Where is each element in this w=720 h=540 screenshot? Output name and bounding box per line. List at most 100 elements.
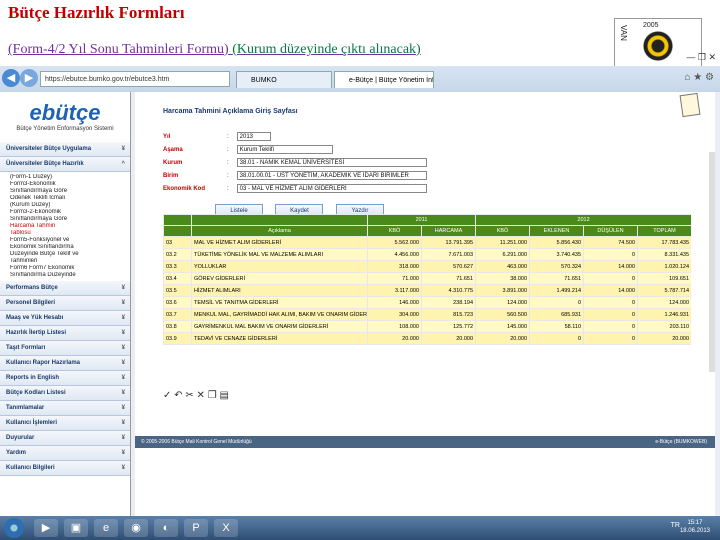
sidebar-item-tasit[interactable]: Taşıt Formları ¥ <box>0 341 130 356</box>
chevron-down-icon: ¥ <box>121 420 125 426</box>
chevron-down-icon: ¥ <box>121 146 125 152</box>
address-bar[interactable]: https://ebutce.bumko.gov.tr/ebutce3.htm <box>40 71 230 87</box>
chrome-icon[interactable]: ◉ <box>124 519 148 537</box>
table-row[interactable]: 03.6 TEMSİL VE TANITMA GİDERLERİ 146.000 23… <box>163 296 691 309</box>
powerpoint-icon[interactable]: P <box>184 519 208 537</box>
window-controls[interactable]: — ❐ ✕ <box>686 52 716 63</box>
sub-item[interactable]: Tahminleri <box>10 258 130 265</box>
year-select[interactable]: 2013 <box>236 132 271 141</box>
row-amount: 13.791.395 <box>420 236 477 249</box>
sub-item-active[interactable]: Tablosu <box>10 230 130 237</box>
excel-icon[interactable]: X <box>214 519 238 537</box>
row-code: 03.8 <box>163 320 192 333</box>
sub-item[interactable]: Sınıflandırma Düzeyinde <box>10 272 130 279</box>
system-tray[interactable]: TR <box>671 522 680 529</box>
firefox-icon[interactable]: ◐ <box>154 519 178 537</box>
table-header-cell: TOPLAM <box>637 225 691 237</box>
sidebar-item-maas[interactable]: Maaş ve Yük Hesabı ¥ <box>0 311 130 326</box>
sidebar-item-personel[interactable]: Personel Bilgileri ¥ <box>0 296 130 311</box>
logo-main: ebütçe <box>29 100 101 125</box>
logo-side-text: VAN <box>619 25 628 41</box>
browser-toolbar-icons[interactable]: ⌂ ★ ⚙ <box>684 72 714 83</box>
folder-icon[interactable]: ▣ <box>64 519 88 537</box>
sidebar-item-rapor[interactable]: Kullanıcı Rapor Hazırlama ¥ <box>0 356 130 371</box>
copy-icon[interactable]: ❐ <box>208 390 217 401</box>
row-description: GAYRİMENKUL MAL BAKIM VE ONARIM GİDERLER… <box>191 320 368 333</box>
sub-item[interactable]: Form5-Fonksiyonel ve <box>10 237 130 244</box>
cut-icon[interactable]: ✂ <box>185 390 193 401</box>
sub-item[interactable]: (Kurum Düzey) <box>10 202 130 209</box>
internet-explorer-icon[interactable]: e <box>94 519 118 537</box>
document-icon[interactable] <box>679 92 701 118</box>
table-row[interactable]: 03.7 MENKUL MAL, GAYRİMADDİ HAK ALIMI, BA… <box>163 308 691 321</box>
check-icon[interactable]: ✓ <box>163 390 171 401</box>
start-button-icon[interactable] <box>4 518 24 538</box>
table-row[interactable]: 03.3 YOLLUKLAR 318.000 570.627 463.000 570.32… <box>163 260 691 273</box>
table-row[interactable]: 03 MAL VE HİZMET ALIM GİDERLERİ 5.562.000 1… <box>163 236 691 249</box>
row-amount: 0 <box>583 248 639 261</box>
table-row[interactable]: 03.8 GAYRİMENKUL MAL BAKIM VE ONARIM GİDE… <box>163 320 691 333</box>
sidebar-subitems: (Form-1 Düzey) Form3-Ekonomik Sınıflandı… <box>0 172 130 281</box>
ebutce-logo: ebütçe Bütçe Yönetim Enformasyon Sistemi <box>0 92 130 142</box>
row-amount: 685.931 <box>529 308 585 321</box>
sidebar-item-butce-kodlari[interactable]: Bütçe Kodları Listesi ¥ <box>0 386 130 401</box>
stage-select[interactable]: Kurum Teklifi <box>236 145 333 154</box>
table-header-cell: EKLENEN <box>529 225 585 237</box>
row-amount: 109.651 <box>637 272 691 285</box>
tab-ebutce[interactable]: e-Bütçe | Bütçe Yönetim İnf... <box>334 71 434 88</box>
sub-item[interactable]: Ödenek Teklifi İcmali <box>10 195 130 202</box>
row-amount: 1.020.124 <box>637 260 691 273</box>
forward-icon[interactable]: ▶ <box>20 69 38 87</box>
row-amount: 3.891.000 <box>475 284 531 297</box>
sidebar-item-butce-hazirlik[interactable]: Üniversiteler Bütçe Hazırlık ^ <box>0 157 130 172</box>
row-amount: 0 <box>529 296 585 309</box>
row-amount: 145.000 <box>475 320 531 333</box>
table-header-cell: DÜŞÜLEN <box>583 225 639 237</box>
paste-icon[interactable]: ▤ <box>219 390 228 401</box>
sub-item[interactable]: Form3-2-Ekonomik <box>10 209 130 216</box>
sub-item[interactable]: Sınıflandırmaya Göre <box>10 216 130 223</box>
row-amount: 7.671.003 <box>420 248 477 261</box>
sidebar-item-tanimlamalar[interactable]: Tanımlamalar ¥ <box>0 401 130 416</box>
sub-item[interactable]: Düzeyinde Bütçe Teklif ve <box>10 251 130 258</box>
row-amount: 4.456.000 <box>367 248 422 261</box>
chevron-down-icon: ¥ <box>121 435 125 441</box>
row-description: TEMSİL VE TANITMA GİDERLERİ <box>191 296 368 309</box>
table-header-cell: HARCAMA <box>420 225 477 237</box>
unit-select[interactable]: 38.01.00.01 - ÜST YÖNETİM, AKADEMİK VE İ… <box>236 171 427 180</box>
sidebar-item-yardim[interactable]: Yardım ¥ <box>0 446 130 461</box>
sidebar-item-kullanici-bilgileri[interactable]: Kullanıcı Bilgileri ¥ <box>0 461 130 476</box>
institution-select[interactable]: 38.01 - NAMIK KEMAL ÜNİVERSİTESİ <box>236 158 427 167</box>
sub-item[interactable]: Form6 Form7 Ekonomik <box>10 265 130 272</box>
table-row[interactable]: 03.2 TÜKETİME YÖNELİK MAL VE MALZEME ALIM… <box>163 248 691 261</box>
table-row[interactable]: 03.4 GÖREV GİDERLERİ 71.000 71.651 38.000 71.… <box>163 272 691 285</box>
sidebar-item-kullanici-islemleri[interactable]: Kullanıcı İşlemleri ¥ <box>0 416 130 431</box>
row-amount: 6.291.000 <box>475 248 531 261</box>
sub-item-active[interactable]: Harcama Tahmin <box>10 223 130 230</box>
sidebar-item-hazirlik-listesi[interactable]: Hazırlık İlertip Listesi ¥ <box>0 326 130 341</box>
clock[interactable]: 15:17 18.06.2013 <box>680 519 710 535</box>
chevron-down-icon: ¥ <box>121 405 125 411</box>
sub-item[interactable]: Sınıflandırmaya Göre <box>10 188 130 195</box>
row-amount: 0 <box>529 332 585 345</box>
table-header-cell <box>163 214 192 226</box>
table-row[interactable]: 03.9 TEDAVİ VE CENAZE GİDERLERİ 20.000 20.0… <box>163 332 691 345</box>
row-amount: 560.500 <box>475 308 531 321</box>
tab-bumko[interactable]: BUMKO <box>236 71 332 88</box>
media-player-icon[interactable]: ▶ <box>34 519 58 537</box>
scrollbar[interactable] <box>709 152 715 372</box>
sub-item[interactable]: (Form-1 Düzey) <box>10 174 130 181</box>
sidebar-item-butce-uygulama[interactable]: Üniversiteler Bütçe Uygulama ¥ <box>0 142 130 157</box>
delete-icon[interactable]: ✕ <box>197 390 205 401</box>
sub-item[interactable]: Ekonomik Sınıflandırma <box>10 244 130 251</box>
main-content: Harcama Tahmini Açıklama Giriş Sayfası Y… <box>135 92 715 522</box>
chevron-up-icon: ^ <box>121 161 125 167</box>
economic-code-select[interactable]: 03 - MAL VE HİZMET ALIM GİDERLERİ <box>236 184 427 193</box>
sidebar-item-performans[interactable]: Performans Bütçe ¥ <box>0 281 130 296</box>
back-icon[interactable]: ◀ <box>2 69 20 87</box>
sub-item[interactable]: Form3-Ekonomik <box>10 181 130 188</box>
undo-icon[interactable]: ↶ <box>174 390 182 401</box>
table-row[interactable]: 03.5 HİZMET ALIMLARI 3.117.000 4.310.775 3.8… <box>163 284 691 297</box>
sidebar-item-duyurular[interactable]: Duyurular ¥ <box>0 431 130 446</box>
sidebar-item-reports-english[interactable]: Reports in English ¥ <box>0 371 130 386</box>
